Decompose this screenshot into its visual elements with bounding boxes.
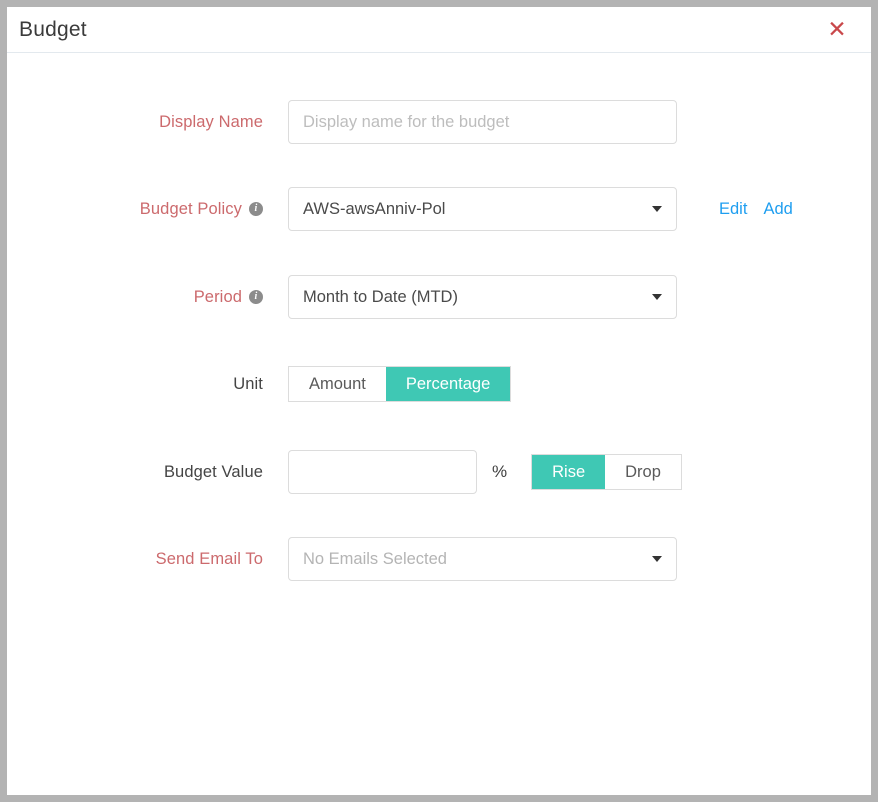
percent-suffix: % — [492, 462, 507, 482]
label-display-name: Display Name — [159, 98, 263, 146]
label-budget-value-text: Budget Value — [164, 463, 263, 482]
field-row-send-email-to: Send Email To No Emails Selected — [7, 535, 871, 583]
edit-policy-link[interactable]: Edit — [719, 200, 747, 219]
unit-option-percentage[interactable]: Percentage — [386, 367, 510, 401]
control-budget-value: % Rise Drop — [288, 448, 682, 496]
label-period-text: Period — [194, 288, 242, 307]
display-name-input[interactable] — [288, 100, 677, 144]
label-budget-policy-text: Budget Policy — [140, 200, 242, 219]
chevron-down-icon — [652, 556, 662, 562]
field-row-budget-policy: Budget Policy i AWS-awsAnniv-Pol Edit Ad… — [7, 185, 871, 233]
info-icon-period[interactable]: i — [249, 290, 263, 304]
label-budget-value: Budget Value — [164, 448, 263, 496]
label-unit: Unit — [233, 360, 263, 408]
field-row-period: Period i Month to Date (MTD) — [7, 273, 871, 321]
control-budget-policy: AWS-awsAnniv-Pol — [288, 185, 677, 233]
send-email-to-select[interactable]: No Emails Selected — [288, 537, 677, 581]
field-row-budget-value: Budget Value % Rise Drop — [7, 448, 871, 496]
info-icon-budget-policy[interactable]: i — [249, 202, 263, 216]
direction-option-rise[interactable]: Rise — [532, 455, 605, 489]
add-policy-link[interactable]: Add — [763, 200, 792, 219]
label-display-name-text: Display Name — [159, 113, 263, 132]
budget-dialog: Budget ✕ Display Name Budget Policy i AW… — [7, 7, 871, 795]
period-select[interactable]: Month to Date (MTD) — [288, 275, 677, 319]
label-budget-policy: Budget Policy i — [140, 185, 263, 233]
label-send-email-to-text: Send Email To — [156, 550, 263, 569]
field-row-unit: Unit Amount Percentage — [7, 360, 871, 408]
direction-toggle-group: Rise Drop — [531, 454, 682, 490]
control-unit: Amount Percentage — [288, 360, 511, 408]
send-email-to-selected-value: No Emails Selected — [303, 550, 447, 569]
dialog-header: Budget ✕ — [7, 7, 871, 53]
budget-value-input[interactable] — [288, 450, 477, 494]
control-send-email-to: No Emails Selected — [288, 535, 677, 583]
chevron-down-icon — [652, 206, 662, 212]
period-selected-value: Month to Date (MTD) — [303, 288, 458, 307]
budget-policy-links: Edit Add — [719, 185, 793, 233]
label-period: Period i — [194, 273, 263, 321]
control-display-name — [288, 98, 677, 146]
direction-option-drop[interactable]: Drop — [605, 455, 681, 489]
label-unit-text: Unit — [233, 375, 263, 394]
page-title: Budget — [19, 16, 87, 44]
chevron-down-icon — [652, 294, 662, 300]
label-send-email-to: Send Email To — [156, 535, 263, 583]
control-period: Month to Date (MTD) — [288, 273, 677, 321]
field-row-display-name: Display Name — [7, 98, 871, 146]
unit-option-amount[interactable]: Amount — [289, 367, 386, 401]
budget-policy-select[interactable]: AWS-awsAnniv-Pol — [288, 187, 677, 231]
budget-policy-selected-value: AWS-awsAnniv-Pol — [303, 200, 445, 219]
dialog-body: Display Name Budget Policy i AWS-awsAnni… — [7, 53, 871, 795]
close-icon[interactable]: ✕ — [823, 15, 851, 43]
unit-toggle-group: Amount Percentage — [288, 366, 511, 402]
